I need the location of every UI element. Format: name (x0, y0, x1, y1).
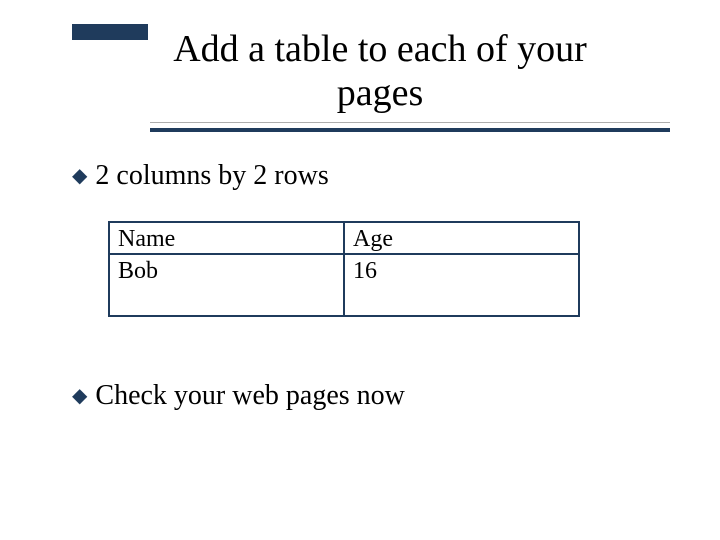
bullet-item: ◆ Check your web pages now (72, 380, 652, 412)
diamond-bullet-icon: ◆ (72, 160, 87, 192)
diamond-bullet-icon: ◆ (72, 380, 87, 412)
table-cell-name-value: Bob (109, 254, 344, 315)
table-cell-age-header: Age (344, 222, 579, 254)
title-rule (150, 128, 670, 132)
bullet-text: Check your web pages now (95, 380, 404, 412)
bullet-text: 2 columns by 2 rows (95, 160, 328, 192)
title-rule-thin (150, 122, 670, 123)
bullet-item: ◆ 2 columns by 2 rows (72, 160, 652, 192)
table-row: Bob 16 (109, 254, 579, 315)
slide: Add a table to each of your pages ◆ 2 co… (0, 0, 720, 540)
table-cell-age-value: 16 (344, 254, 579, 315)
table-row: Name Age (109, 222, 579, 254)
slide-title: Add a table to each of your pages (150, 28, 610, 115)
example-table: Name Age Bob 16 (108, 221, 580, 317)
bullet-list: ◆ Check your web pages now (72, 380, 652, 430)
table-cell-name-header: Name (109, 222, 344, 254)
accent-bar (72, 24, 148, 40)
bullet-list: ◆ 2 columns by 2 rows (72, 160, 652, 210)
slide-title-wrap: Add a table to each of your pages (150, 28, 610, 121)
